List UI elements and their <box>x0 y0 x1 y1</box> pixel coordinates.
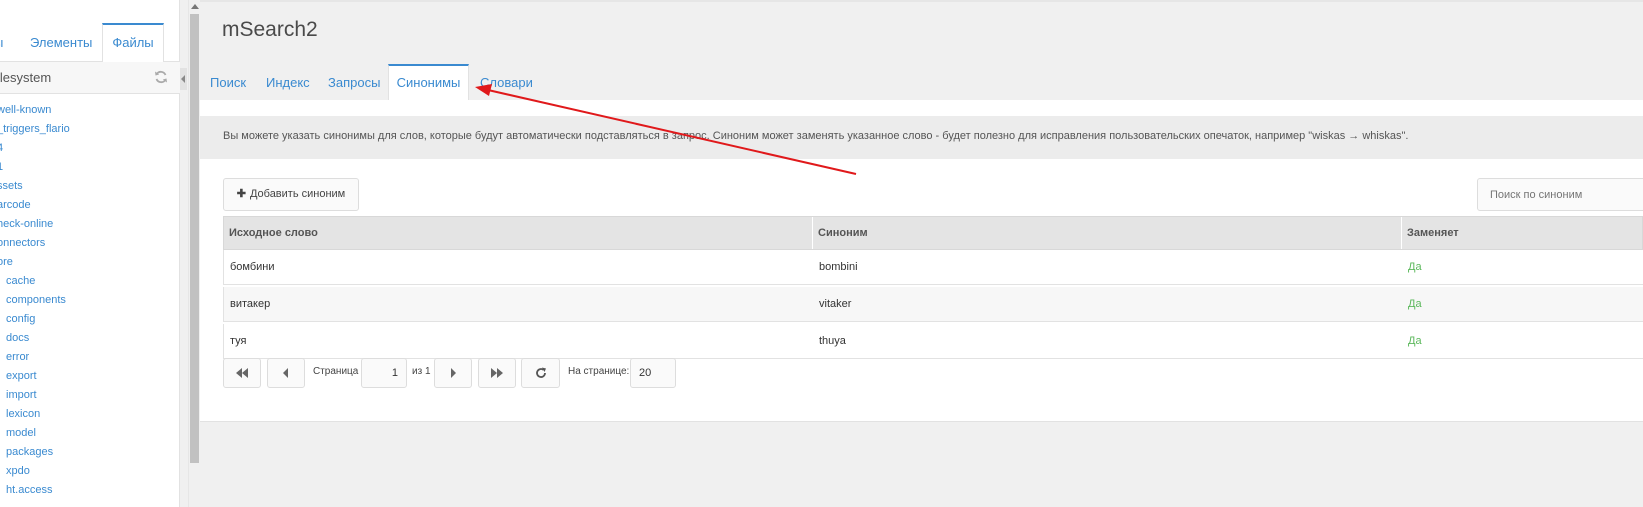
main-area: mSearch2 Поиск Индекс Запросы Синонимы С… <box>200 0 1643 507</box>
tab-queries[interactable]: Запросы <box>328 64 380 102</box>
per-page-label: На странице: <box>568 366 630 377</box>
tab-search[interactable]: Поиск <box>210 64 246 102</box>
table-row[interactable]: бомбини bombini Да <box>223 250 1643 285</box>
left-panel: ы Элементы Файлы ilesystem well-known_tr… <box>0 0 180 507</box>
tree-item[interactable]: import <box>6 386 37 405</box>
grid-header: Исходное слово Синоним Заменяет <box>223 216 1643 250</box>
column-header-synonym[interactable]: Синоним <box>813 217 1402 249</box>
right-icon <box>451 368 456 378</box>
tree-item[interactable]: packages <box>6 443 53 462</box>
pager: Страница из 1 На странице: <box>223 358 723 390</box>
cell-synonym: vitaker <box>819 298 852 310</box>
collapse-arrow-icon <box>181 75 185 83</box>
tree-item[interactable]: _triggers_flario <box>0 120 70 139</box>
cell-replaces: Да <box>1408 298 1422 310</box>
description-text: Вы можете указать синонимы для слов, кот… <box>223 130 1409 142</box>
prev-page-button[interactable] <box>267 358 305 388</box>
tree-item[interactable]: docs <box>6 329 29 348</box>
add-synonym-label: Добавить синоним <box>249 188 346 200</box>
refresh-icon <box>535 367 546 378</box>
last-page-button[interactable] <box>478 358 516 388</box>
cell-replaces: Да <box>1408 335 1422 347</box>
refresh-grid-button[interactable] <box>521 358 560 388</box>
tab-files[interactable]: Файлы <box>102 23 164 63</box>
table-row[interactable]: туя thuya Да <box>223 324 1643 359</box>
table-row[interactable]: витакер vitaker Да <box>223 287 1643 322</box>
add-synonym-button[interactable]: ✚ Добавить синоним <box>223 178 359 211</box>
tree-item[interactable]: model <box>6 424 36 443</box>
page-label: Страница <box>313 366 359 377</box>
next-page-button[interactable] <box>434 358 472 388</box>
tree-item[interactable]: components <box>6 291 66 310</box>
double-left-icon <box>236 368 248 378</box>
tree-item[interactable]: arcode <box>0 196 31 215</box>
left-tabs: ы Элементы Файлы <box>0 23 180 63</box>
description-box: Вы можете указать синонимы для слов, кот… <box>200 116 1643 159</box>
tree-item[interactable]: cache <box>6 272 35 291</box>
cell-source-word: бомбини <box>230 261 275 273</box>
tab-elements[interactable]: Элементы <box>30 23 100 62</box>
column-header-source-word[interactable]: Исходное слово <box>224 217 813 249</box>
tree-item[interactable]: error <box>6 348 29 367</box>
tab-synonyms[interactable]: Синонимы <box>388 64 469 104</box>
search-input[interactable] <box>1477 178 1643 211</box>
tree-item[interactable]: 4 <box>0 139 3 158</box>
tree-item[interactable]: xpdo <box>6 462 30 481</box>
tab-index[interactable]: Индекс <box>266 64 310 102</box>
tab-dictionaries[interactable]: Словари <box>480 64 533 102</box>
first-page-button[interactable] <box>223 358 261 388</box>
tree-item[interactable]: 1 <box>0 158 3 177</box>
filesystem-header: ilesystem <box>0 62 180 94</box>
page-count-label: из 1 <box>412 366 431 377</box>
plus-icon: ✚ <box>236 188 246 200</box>
double-right-icon <box>491 368 503 378</box>
tree-item[interactable]: export <box>6 367 37 386</box>
synonyms-panel: Вы можете указать синонимы для слов, кот… <box>200 100 1643 422</box>
filesystem-title: ilesystem <box>0 70 52 85</box>
main-tabs: Поиск Индекс Запросы Синонимы Словари <box>200 64 1643 104</box>
cell-synonym: thuya <box>819 335 846 347</box>
per-page-input[interactable] <box>630 358 676 388</box>
tree-item[interactable]: config <box>6 310 35 329</box>
scroll-up-arrow-icon[interactable] <box>191 4 199 9</box>
tree-item[interactable]: well-known <box>0 101 51 120</box>
collapse-panel-handle[interactable] <box>180 68 187 90</box>
page-title: mSearch2 <box>222 18 318 41</box>
column-header-replaces[interactable]: Заменяет <box>1402 217 1642 249</box>
tab-resources[interactable]: ы <box>0 23 14 62</box>
cell-source-word: туя <box>230 335 247 347</box>
tree-item[interactable]: ssets <box>0 177 23 196</box>
cell-source-word: витакер <box>230 298 271 310</box>
tree-item[interactable]: heck-online <box>0 215 53 234</box>
refresh-icon[interactable] <box>154 70 168 84</box>
left-icon <box>283 368 288 378</box>
tree-item[interactable]: ht.access <box>6 481 52 500</box>
page-number-input[interactable] <box>361 358 407 388</box>
tree-item[interactable]: ore <box>0 253 13 272</box>
cell-synonym: bombini <box>819 261 858 273</box>
scrollbar-thumb[interactable] <box>190 14 199 463</box>
tree-item[interactable]: onnectors <box>0 234 45 253</box>
cell-replaces: Да <box>1408 261 1422 273</box>
tree-item[interactable]: lexicon <box>6 405 40 424</box>
